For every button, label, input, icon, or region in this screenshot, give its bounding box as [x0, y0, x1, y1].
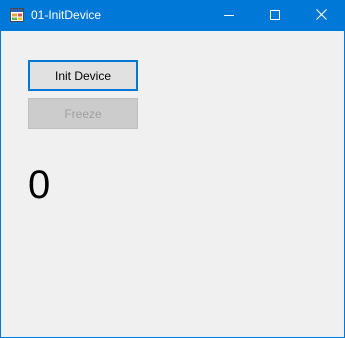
close-icon — [315, 7, 327, 25]
minimize-button[interactable] — [206, 1, 252, 31]
app-window: 01-InitDevice Init Device Freeze 0 — [0, 0, 345, 338]
title-bar[interactable]: 01-InitDevice — [1, 1, 344, 31]
maximize-icon — [270, 7, 280, 25]
close-button[interactable] — [298, 1, 344, 31]
counter-label: 0 — [28, 163, 51, 207]
maximize-button[interactable] — [252, 1, 298, 31]
minimize-icon — [224, 7, 234, 25]
init-device-button[interactable]: Init Device — [28, 60, 138, 91]
app-form-icon[interactable] — [10, 8, 24, 22]
client-area: Init Device Freeze 0 — [1, 31, 344, 337]
window-title: 01-InitDevice — [31, 8, 102, 22]
freeze-button[interactable]: Freeze — [28, 98, 138, 129]
